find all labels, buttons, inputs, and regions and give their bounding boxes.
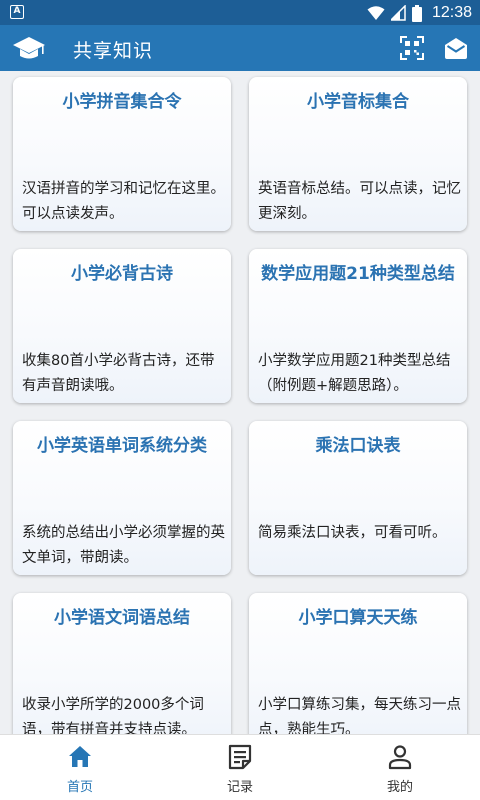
card-title: 小学英语单词系统分类 — [37, 436, 207, 456]
card-description: 收集80首小学必背古诗，还带有声音朗读哦。 — [22, 353, 215, 394]
card-ancient-poems[interactable]: 小学必背古诗 收集80首小学必背古诗，还带有声音朗读哦。 — [13, 249, 231, 403]
card-title: 小学音标集合 — [307, 92, 409, 112]
home-icon — [69, 746, 91, 767]
card-title: 小学口算天天练 — [298, 608, 418, 628]
card-description: 收录小学所学的2000多个词语，带有拼音并支持点读。 — [22, 697, 204, 734]
graduation-cap-icon — [13, 37, 45, 59]
card-title: 乘法口诀表 — [315, 436, 401, 456]
bottom-nav: 首页 记录 我的 — [0, 734, 480, 800]
card-math-problems[interactable]: 数学应用题21种类型总结 小学数学应用题21种类型总结（附例题+解题思路）。 — [249, 249, 467, 403]
notification-a-icon: A — [10, 5, 24, 19]
app-bar: 共享知识 — [0, 25, 480, 71]
card-pinyin[interactable]: 小学拼音集合令 汉语拼音的学习和记忆在这里。可以点读发声。 — [13, 77, 231, 231]
card-description: 英语音标总结。可以点读，记忆更深刻。 — [258, 181, 461, 222]
card-description: 汉语拼音的学习和记忆在这里。可以点读发声。 — [22, 181, 225, 222]
card-description: 简易乘法口诀表，可看可听。 — [258, 525, 447, 541]
nav-profile[interactable]: 我的 — [320, 735, 480, 800]
card-multiplication-table[interactable]: 乘法口诀表 简易乘法口诀表，可看可听。 — [249, 421, 467, 575]
card-description: 小学数学应用题21种类型总结（附例题+解题思路）。 — [258, 353, 451, 394]
mail-icon[interactable] — [444, 36, 468, 60]
battery-icon — [411, 4, 422, 22]
nav-home[interactable]: 首页 — [0, 735, 160, 800]
app-title: 共享知识 — [73, 40, 154, 62]
signal-icon — [390, 5, 406, 21]
card-phonetics[interactable]: 小学音标集合 英语音标总结。可以点读，记忆更深刻。 — [249, 77, 467, 231]
card-mental-arithmetic[interactable]: 小学口算天天练 小学口算练习集，每天练习一点点，熟能生巧。 — [249, 593, 467, 734]
notes-icon — [228, 744, 252, 770]
card-title: 小学语文词语总结 — [54, 608, 190, 628]
status-bar: A 12:38 — [0, 0, 480, 25]
person-icon — [388, 745, 412, 770]
card-title: 小学必背古诗 — [71, 264, 173, 284]
qr-scan-icon[interactable] — [400, 36, 424, 60]
nav-records[interactable]: 记录 — [160, 735, 320, 800]
nav-label: 首页 — [66, 780, 93, 795]
status-time: 12:38 — [431, 4, 472, 21]
card-description: 系统的总结出小学必须掌握的英文单词，带朗读。 — [22, 525, 225, 566]
nav-label: 我的 — [386, 780, 413, 795]
card-english-words[interactable]: 小学英语单词系统分类 系统的总结出小学必须掌握的英文单词，带朗读。 — [13, 421, 231, 575]
card-chinese-words[interactable]: 小学语文词语总结 收录小学所学的2000多个词语，带有拼音并支持点读。 — [13, 593, 231, 734]
nav-label: 记录 — [226, 780, 253, 795]
card-title: 小学拼音集合令 — [62, 92, 182, 112]
status-icons: 12:38 — [367, 3, 472, 23]
card-title: 数学应用题21种类型总结 — [261, 264, 455, 284]
card-description: 小学口算练习集，每天练习一点点，熟能生巧。 — [258, 697, 461, 734]
knowledge-grid: 小学拼音集合令 汉语拼音的学习和记忆在这里。可以点读发声。 小学音标集合 英语音… — [0, 71, 480, 734]
wifi-icon — [367, 6, 385, 20]
